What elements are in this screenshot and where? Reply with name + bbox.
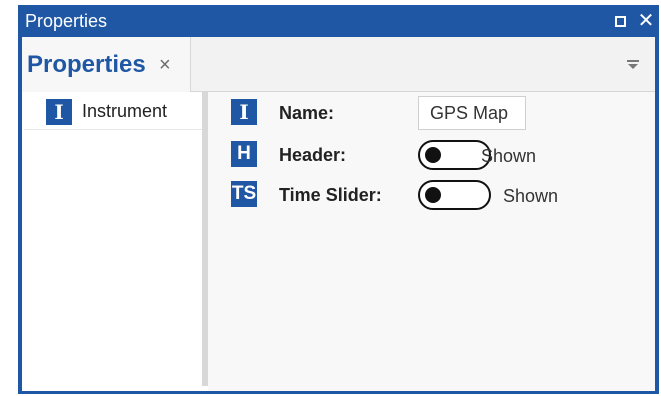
object-tree: I Instrument [22, 92, 208, 391]
header-badge-icon: H [231, 141, 257, 167]
time-slider-toggle[interactable] [418, 180, 491, 210]
name-badge-icon: I [231, 99, 257, 125]
property-row-name: I Name: GPS Map [208, 94, 655, 130]
time-slider-badge-icon: TS [231, 181, 257, 207]
window-title: Properties [25, 11, 108, 31]
dropdown-menu-icon[interactable] [626, 57, 640, 71]
name-field[interactable]: GPS Map [418, 96, 526, 130]
tab-close-icon[interactable]: × [159, 55, 171, 75]
tree-item-label: Instrument [82, 101, 168, 121]
properties-window: Properties ✕ Properties × I Instrument I… [18, 5, 659, 394]
property-row-time-slider: TS Time Slider: Shown [208, 176, 655, 212]
name-label: Name: [279, 103, 335, 123]
instrument-badge-icon: I [46, 99, 72, 125]
property-grid: I Name: GPS Map H Header: Shown TS Time … [208, 92, 655, 391]
header-state-text: Shown [481, 146, 537, 166]
toggle-knob [425, 187, 441, 203]
tab-properties[interactable]: Properties × [22, 37, 191, 92]
header-label: Header: [279, 145, 347, 165]
time-slider-label: Time Slider: [279, 185, 382, 205]
panel-content: Properties × I Instrument I Name: GPS Ma… [22, 37, 655, 391]
close-icon[interactable]: ✕ [636, 10, 656, 32]
window-titlebar[interactable]: Properties ✕ [18, 5, 659, 37]
toggle-knob [425, 147, 441, 163]
tree-item-instrument[interactable]: I Instrument [24, 93, 202, 130]
tab-strip: Properties × [22, 37, 655, 92]
property-row-header: H Header: Shown [208, 136, 655, 172]
time-slider-state-text: Shown [503, 186, 559, 206]
tab-label: Properties [27, 51, 146, 78]
maximize-icon[interactable] [610, 10, 630, 32]
